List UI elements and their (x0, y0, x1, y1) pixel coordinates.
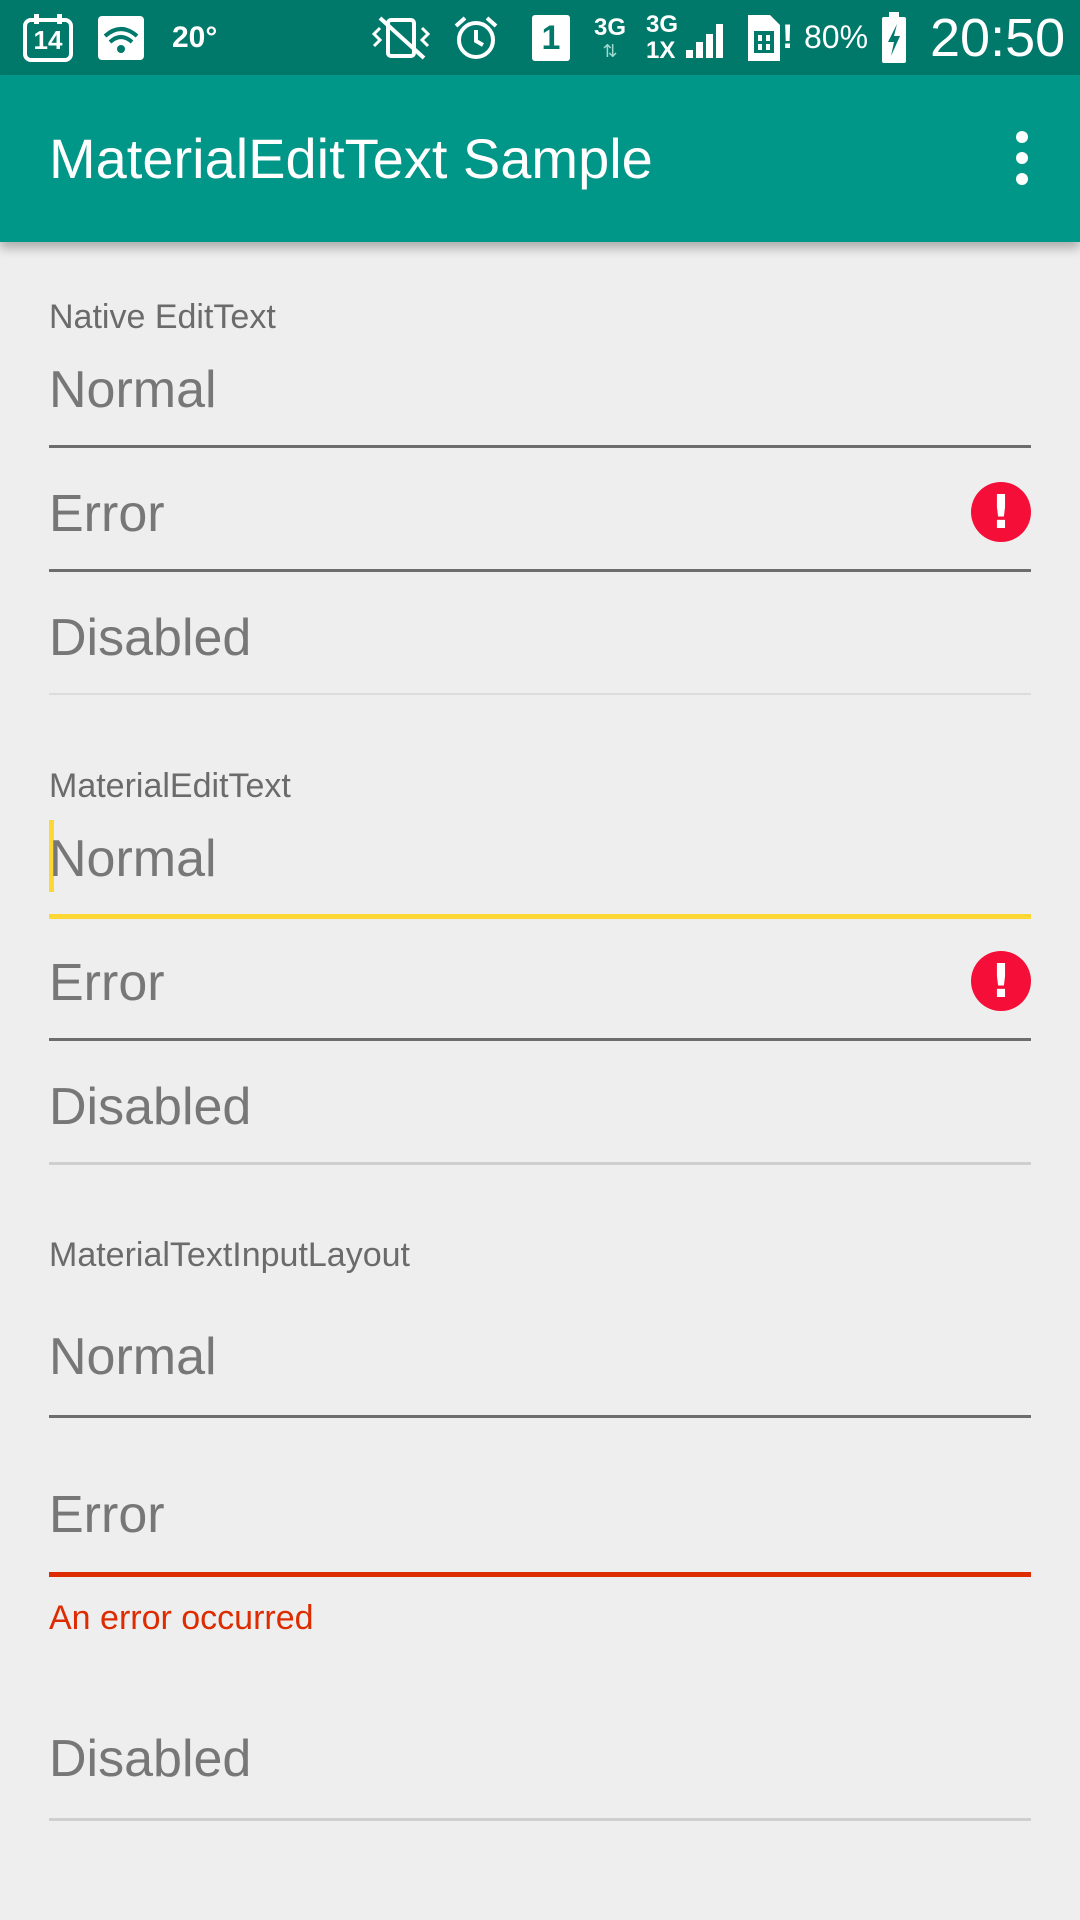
data-arrows-icon: 3G ⇅ (594, 13, 627, 61)
layout-disabled-field: Disabled (49, 1730, 252, 1788)
sim-card-icon: ! (744, 0, 793, 75)
clock: 20:50 (930, 7, 1066, 68)
vibrate-icon (366, 0, 438, 75)
signal-icon (684, 0, 730, 75)
more-vert-icon[interactable] (998, 123, 1046, 193)
sim-slot: 1 (532, 14, 570, 61)
layout-disabled-underline (49, 1818, 1031, 1821)
native-disabled-field: Disabled (49, 609, 252, 667)
network-1-label: 3G (594, 13, 627, 41)
section-heading-native: Native EditText (49, 298, 276, 336)
material-disabled-underline (49, 1162, 1031, 1165)
section-heading-material: MaterialEditText (49, 767, 291, 805)
wifi-icon (98, 0, 144, 75)
material-error-field[interactable]: Error (49, 953, 1031, 1013)
layout-error-message: An error occurred (49, 1599, 314, 1637)
network-2-top: 3G (646, 10, 679, 38)
native-disabled-underline (49, 693, 1031, 695)
section-heading-layout: MaterialTextInputLayout (49, 1236, 410, 1274)
native-error-field[interactable]: Error (49, 484, 1031, 544)
material-disabled-field: Disabled (49, 1078, 252, 1136)
layout-normal-field[interactable]: Normal (49, 1327, 1031, 1387)
native-normal-underline (49, 445, 1031, 448)
material-normal-field[interactable]: Normal (49, 829, 1031, 889)
layout-normal-underline (49, 1415, 1031, 1418)
network-2-bottom: 1X (646, 36, 676, 64)
network-2: 3G 1X (646, 0, 678, 75)
date-badge: 14 (33, 25, 63, 55)
app-title: MaterialEditText Sample (49, 127, 653, 190)
sim-icon: 1 (532, 0, 570, 75)
battery-charging-icon (880, 0, 908, 75)
material-error-icon: ! (971, 951, 1031, 1011)
calendar-icon: 14 (22, 0, 74, 75)
alarm-icon (452, 0, 500, 75)
status-bar: 14 20° 1 3G ⇅ 3G 1X ! 80% 20:50 (0, 0, 1080, 75)
temperature: 20° (172, 20, 218, 54)
layout-error-field[interactable]: Error (49, 1485, 1031, 1545)
material-normal-underline-focused (49, 914, 1031, 919)
native-normal-field[interactable]: Normal (49, 360, 1031, 420)
layout-error-underline (49, 1572, 1031, 1577)
material-error-underline (49, 1038, 1031, 1041)
battery-percent: 80% (804, 19, 869, 55)
app-bar: MaterialEditText Sample (0, 75, 1080, 242)
native-error-icon: ! (971, 482, 1031, 542)
native-error-underline (49, 569, 1031, 572)
